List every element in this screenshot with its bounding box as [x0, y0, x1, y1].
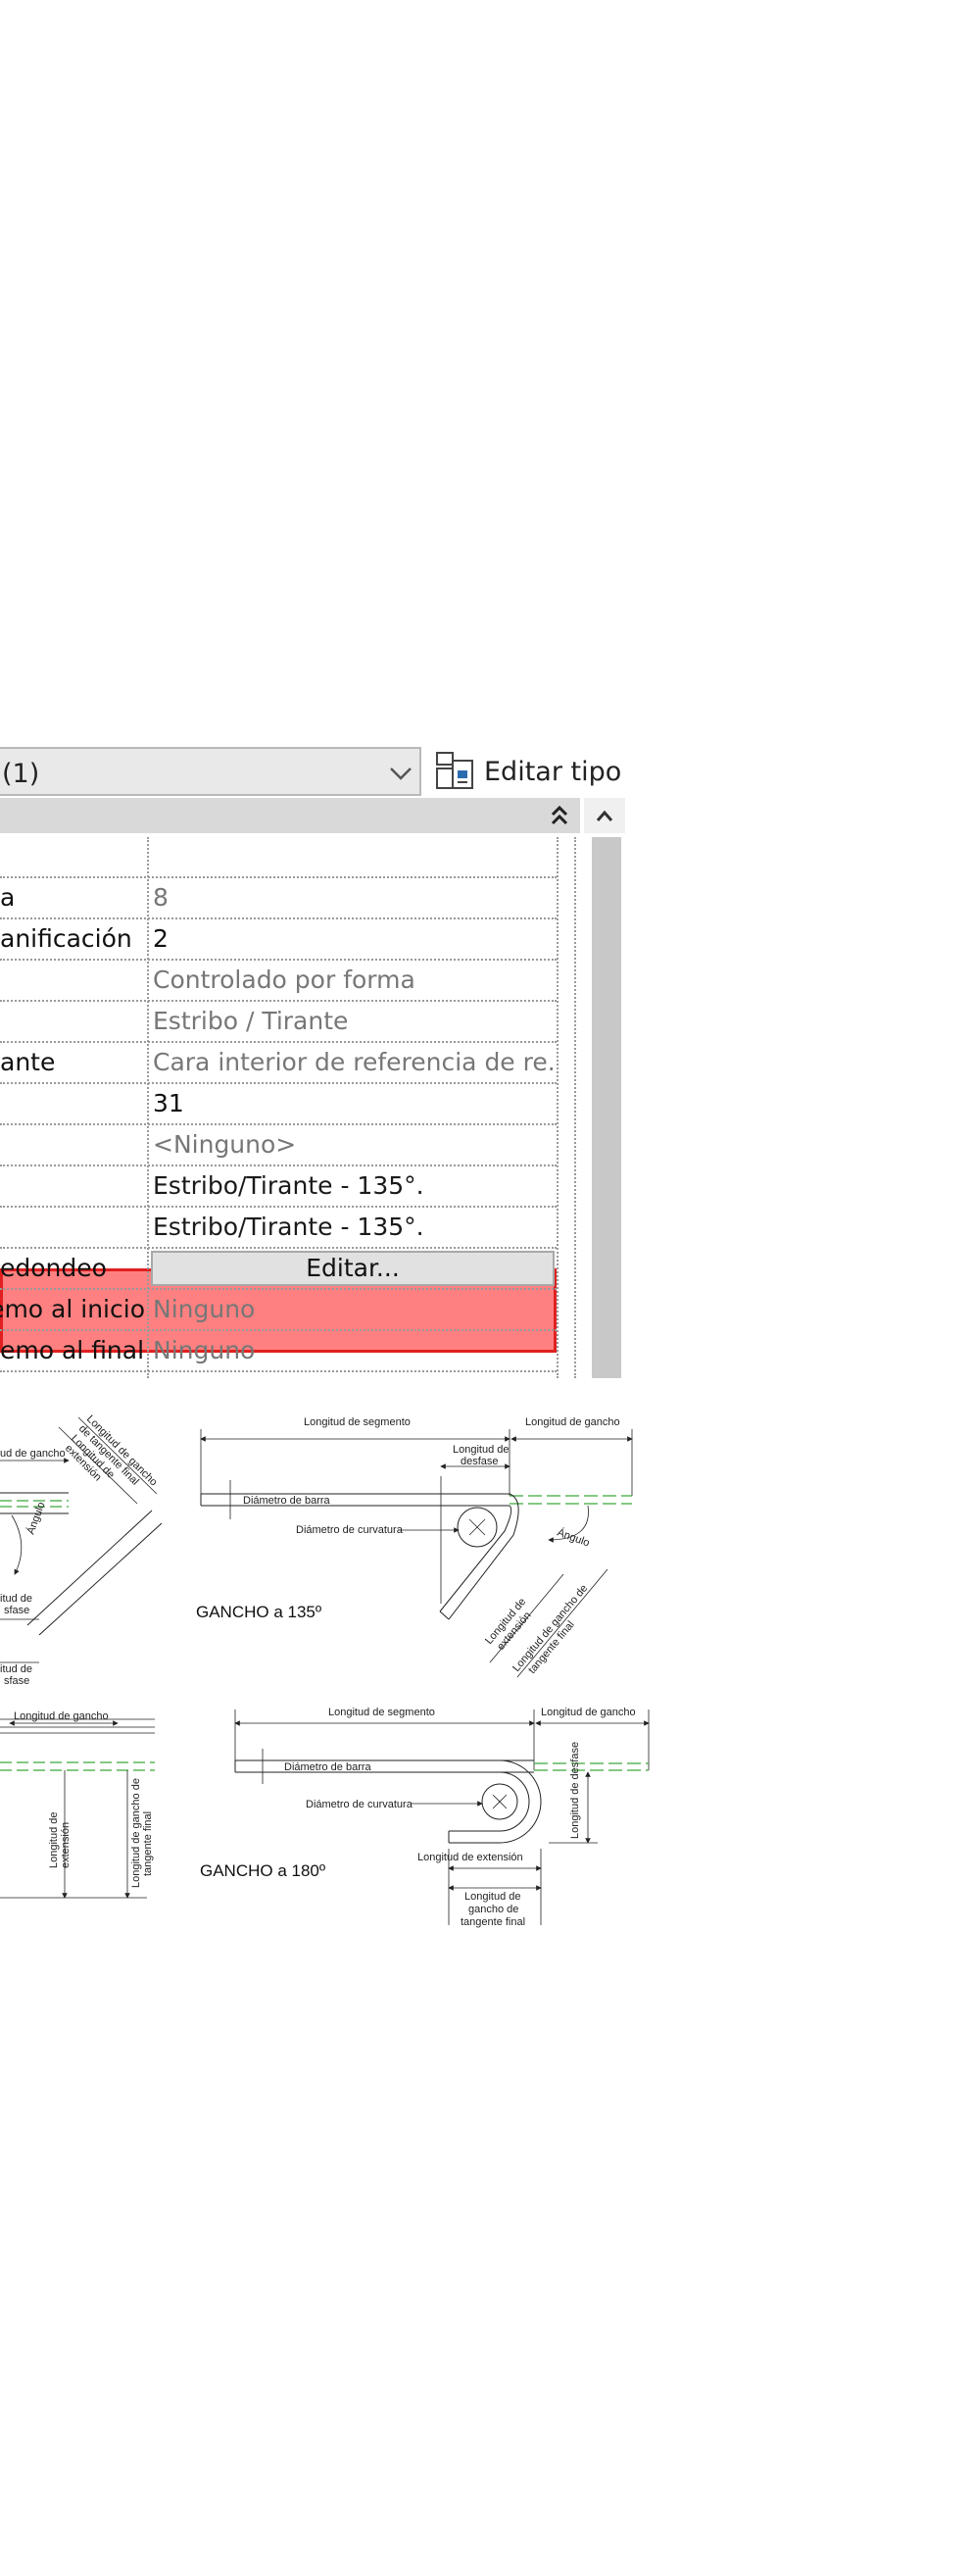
edit-type-icon [436, 752, 473, 789]
hook-length-label: Longitud de gancho [541, 1707, 636, 1718]
hook-135-caption: GANCHO a 135º [196, 1603, 321, 1621]
offset-length-label: Longitud de desfase [569, 1742, 581, 1839]
property-row[interactable]: 31 [0, 1084, 557, 1125]
type-selector-text: (1) [2, 759, 40, 789]
chevron-up-icon [596, 810, 613, 821]
offset-label-a: itud de [0, 1593, 32, 1605]
property-value[interactable]: 2 [151, 919, 555, 959]
tangent-label-2: gancho de [468, 1904, 518, 1915]
column-divider [557, 837, 559, 1378]
tangent-label-b: tangente final [142, 1811, 154, 1876]
offset-label-b: sfase [4, 1605, 29, 1616]
property-value: 8 [153, 883, 169, 912]
property-value [151, 837, 555, 876]
properties-grid: a 8 anificación 2 Controlado por forma E… [0, 837, 580, 1378]
property-row[interactable]: emo al inicio Ninguno [0, 1290, 557, 1331]
hook-diagram-canvas: ud de gancho Longitud de gancho de tange… [0, 1413, 650, 1928]
property-row[interactable]: Estribo/Tirante - 135°. [0, 1208, 557, 1249]
property-value: Controlado por forma [153, 966, 415, 994]
hook-length-label: Longitud de gancho [14, 1710, 109, 1722]
offset-label-c: itud de [0, 1663, 32, 1675]
property-row[interactable]: Estribo / Tirante [0, 1002, 557, 1043]
bend-diameter-label: Diámetro de curvatura [306, 1799, 413, 1810]
property-value: Ninguno [153, 1295, 256, 1323]
tangent-label-1: Longitud de [464, 1891, 521, 1903]
extension-label-a: Longitud de [48, 1812, 60, 1869]
partial-hook-diagram-bottom: Longitud de gancho Longitud de extensión… [0, 1710, 155, 1899]
property-name: emo al inicio [0, 1295, 145, 1323]
partial-hook-diagram-top: ud de gancho Longitud de gancho de tange… [0, 1413, 163, 1687]
angle-label: Ángulo [24, 1500, 48, 1536]
column-divider[interactable] [147, 837, 149, 1378]
property-row[interactable]: Estribo/Tirante - 135°. [0, 1166, 557, 1208]
hook-diagrams: ud de gancho Longitud de gancho de tange… [0, 1378, 666, 1937]
edit-rounding-button[interactable]: Editar... [151, 1251, 555, 1286]
property-row[interactable]: emo al final Ninguno [0, 1331, 557, 1372]
segment-length-label: Longitud de segmento [304, 1416, 411, 1428]
scroll-up-button[interactable] [584, 798, 625, 833]
segment-length-label: Longitud de segmento [328, 1707, 435, 1718]
offset-length-label-2: desfase [461, 1456, 499, 1467]
property-name: a [0, 883, 16, 912]
tangent-label-3: tangente final [461, 1916, 525, 1928]
angle-label: Ángulo [556, 1526, 592, 1550]
hook-length-label: ud de gancho [0, 1448, 66, 1460]
column-divider [574, 837, 576, 1378]
property-value: Cara interior de referencia de re... [153, 1048, 555, 1076]
property-value: Estribo/Tirante - 135°. [153, 1213, 424, 1241]
bar-diameter-label: Diámetro de barra [243, 1495, 331, 1507]
chevron-down-icon [390, 768, 412, 780]
property-row[interactable] [0, 837, 557, 878]
extension-length-label: Longitud de extensión [417, 1852, 523, 1863]
property-row[interactable]: edondeo Editar... [0, 1249, 557, 1290]
property-row[interactable]: ante Cara interior de referencia de re..… [0, 1043, 557, 1084]
hook-length-label: Longitud de gancho [525, 1416, 620, 1428]
vertical-scrollbar[interactable] [592, 837, 621, 1378]
property-row[interactable]: a 8 [0, 878, 557, 919]
type-selector-dropdown[interactable]: (1) [0, 747, 421, 796]
offset-length-label-1: Longitud de [453, 1444, 510, 1456]
property-value[interactable]: 31 [151, 1084, 555, 1123]
property-row[interactable]: Controlado por forma [0, 961, 557, 1002]
property-row[interactable]: anificación 2 [0, 919, 557, 961]
property-value: Estribo / Tirante [153, 1007, 349, 1035]
extension-label-b: extensión [60, 1822, 72, 1868]
offset-label-d: sfase [4, 1675, 29, 1687]
property-row[interactable]: <Ninguno> [0, 1125, 557, 1166]
tangent-label-a: Longitud de gancho de [130, 1778, 142, 1888]
bend-diameter-label: Diámetro de curvatura [296, 1524, 404, 1536]
property-value: <Ninguno> [153, 1130, 297, 1159]
category-header-bar[interactable] [0, 798, 580, 833]
property-value: Ninguno [153, 1336, 256, 1364]
hook-135-diagram: Longitud de segmento Longitud de gancho … [196, 1416, 633, 1678]
properties-panel: (1) Editar tipo a 8 anificación 2 Contro… [0, 741, 629, 1378]
bar-diameter-label: Diámetro de barra [284, 1761, 372, 1773]
property-value: Estribo/Tirante - 135°. [153, 1171, 424, 1200]
property-name: edondeo [0, 1254, 107, 1282]
hook-180-caption: GANCHO a 180º [200, 1861, 325, 1880]
edit-type-button[interactable]: Editar tipo [431, 747, 623, 796]
hook-180-diagram: Longitud de segmento Longitud de gancho … [200, 1707, 650, 1928]
property-name: ante [0, 1048, 56, 1076]
property-name: emo al final [0, 1336, 145, 1364]
property-name: anificación [0, 924, 132, 953]
edit-type-label: Editar tipo [484, 756, 622, 787]
collapse-double-chevron-icon[interactable] [549, 804, 570, 827]
